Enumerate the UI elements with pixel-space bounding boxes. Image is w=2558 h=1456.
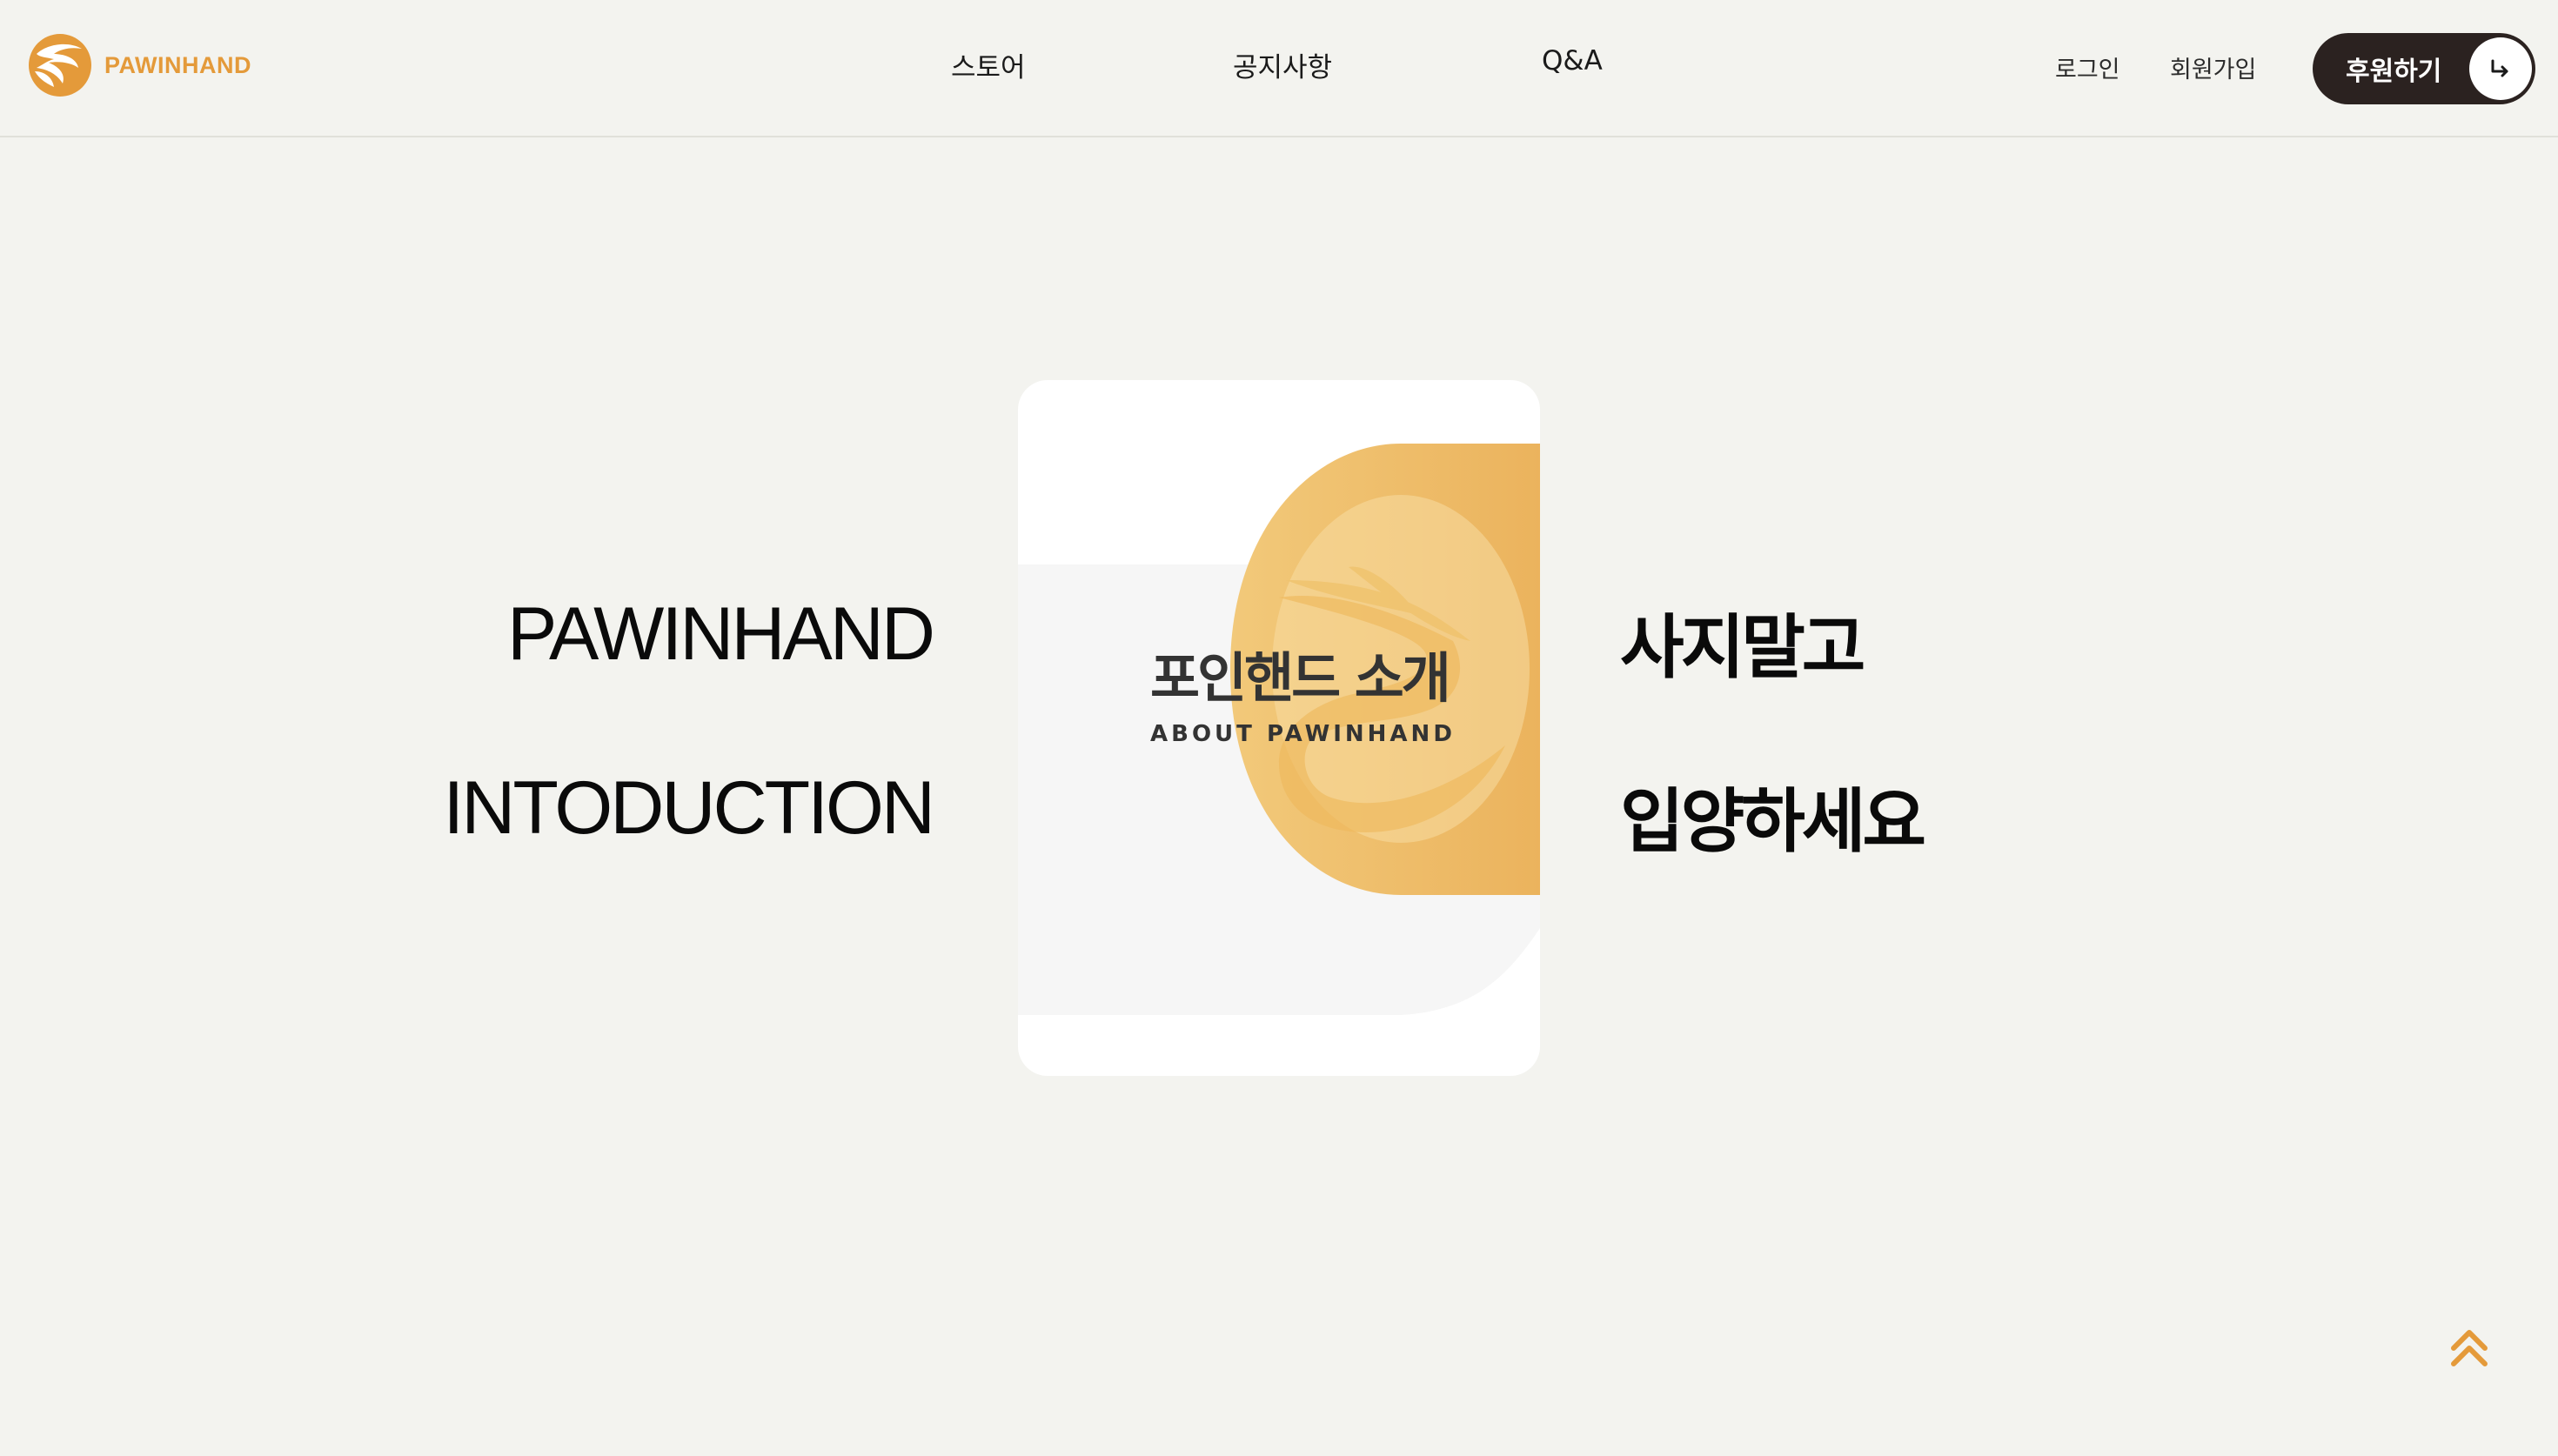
arrow-return-icon [2491,59,2508,77]
nav-notice[interactable]: 공지사항 [1233,45,1332,84]
donate-button-label: 후원하기 [2346,57,2442,87]
intro-card[interactable]: 포인핸드 소개 ABOUT PAWINHAND [1018,380,1540,1076]
double-chevron-up-icon [2451,1330,2488,1366]
hero-left-line-2: INTODUCTION [443,766,935,850]
hero-right-line-1: 사지말고 [1620,607,1865,688]
donate-button[interactable]: 후원하기 [2313,33,2535,104]
hero-right-line-2: 입양하세요 [1620,781,1926,862]
logo[interactable]: PAWINHAND [28,33,251,97]
donate-button-circle [2469,37,2532,100]
intro-card-title: 포인핸드 소개 [1150,646,1451,710]
hero-left-line-1: PAWINHAND [507,592,935,676]
intro-card-subtitle: ABOUT PAWINHAND [1150,721,1456,747]
nav-qna[interactable]: Q&A [1542,45,1603,77]
nav-store[interactable]: 스토어 [951,45,1026,84]
site-header: PAWINHAND 스토어 공지사항 Q&A 로그인 회원가입 후원하기 [0,0,2558,137]
login-link[interactable]: 로그인 [2055,50,2120,84]
logo-text: PAWINHAND [104,51,251,78]
scroll-to-top-button[interactable] [2447,1322,2492,1371]
signup-link[interactable]: 회원가입 [2170,50,2256,84]
paw-in-hand-logo-icon [29,34,91,97]
